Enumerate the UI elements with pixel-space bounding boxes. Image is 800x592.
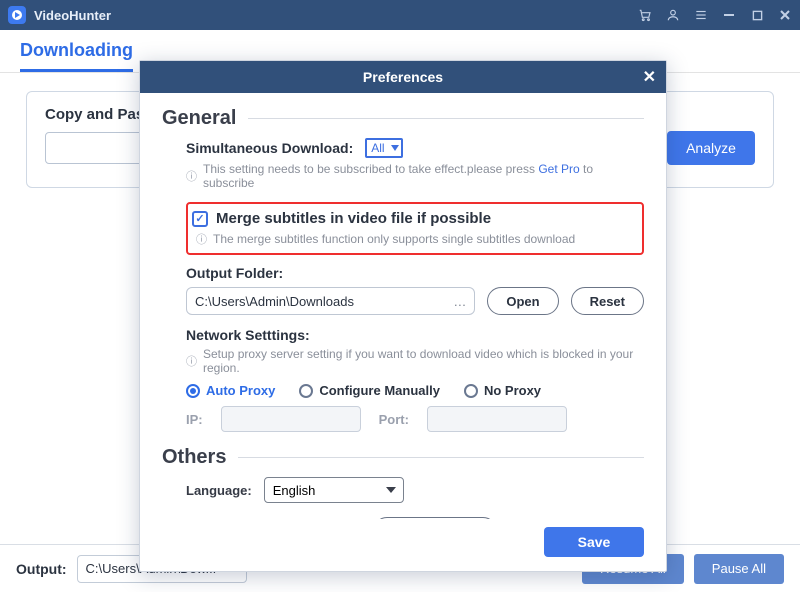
- section-others-title: Others: [162, 446, 226, 469]
- cart-icon[interactable]: [638, 8, 652, 22]
- output-folder-path: C:\Users\Admin\Downloads: [195, 294, 354, 309]
- proxy-manual-label: Configure Manually: [319, 383, 440, 398]
- info-icon: [196, 231, 207, 247]
- radio-icon: [464, 384, 478, 398]
- maximize-icon[interactable]: [750, 8, 764, 22]
- language-label: Language:: [186, 483, 252, 498]
- preferences-modal: Preferences ✕ General Simultaneous Downl…: [139, 60, 667, 572]
- proxy-manual-radio[interactable]: Configure Manually: [299, 383, 440, 398]
- output-folder-group: Output Folder: C:\Users\Admin\Downloads …: [186, 265, 644, 315]
- ip-input[interactable]: [221, 406, 361, 432]
- save-button[interactable]: Save: [544, 527, 644, 557]
- divider: [248, 118, 644, 119]
- close-window-icon[interactable]: [778, 8, 792, 22]
- app-name: VideoHunter: [34, 8, 111, 23]
- simultaneous-download-group: Simultaneous Download: All This setting …: [186, 138, 644, 190]
- proxy-auto-label: Auto Proxy: [206, 383, 275, 398]
- network-settings-helper: Setup proxy server setting if you want t…: [203, 347, 644, 375]
- ip-label: IP:: [186, 412, 203, 427]
- tab-downloading[interactable]: Downloading: [20, 40, 133, 72]
- merge-subtitles-helper: The merge subtitles function only suppor…: [213, 232, 575, 246]
- open-folder-button[interactable]: Open: [487, 287, 558, 315]
- browse-icon[interactable]: …: [453, 294, 466, 309]
- simultaneous-select[interactable]: All: [365, 138, 403, 158]
- pause-all-button[interactable]: Pause All: [694, 554, 784, 584]
- info-icon: [186, 353, 197, 369]
- radio-icon: [299, 384, 313, 398]
- proxy-none-label: No Proxy: [484, 383, 541, 398]
- menu-icon[interactable]: [694, 8, 708, 22]
- section-general-title: General: [162, 107, 236, 130]
- language-select[interactable]: English: [264, 477, 404, 503]
- port-input[interactable]: [427, 406, 567, 432]
- network-settings-group: Network Setttings: Setup proxy server se…: [186, 327, 644, 432]
- close-icon[interactable]: ✕: [643, 67, 656, 87]
- simultaneous-helper-pre: This setting needs to be subscribed to t…: [203, 162, 535, 176]
- divider: [238, 457, 644, 458]
- analyze-button[interactable]: Analyze: [667, 131, 755, 165]
- get-pro-link[interactable]: Get Pro: [538, 162, 579, 176]
- output-folder-input[interactable]: C:\Users\Admin\Downloads …: [186, 287, 475, 315]
- merge-subtitles-label: Merge subtitles in video file if possibl…: [216, 210, 491, 227]
- reset-folder-button[interactable]: Reset: [571, 287, 644, 315]
- simultaneous-label: Simultaneous Download:: [186, 140, 353, 156]
- merge-subtitles-group: ✓ Merge subtitles in video file if possi…: [186, 202, 644, 255]
- modal-header: Preferences ✕: [140, 61, 666, 93]
- radio-icon: [186, 384, 200, 398]
- language-group: Language: English About: VideoHunter 2.2…: [186, 477, 644, 519]
- info-icon: [186, 168, 197, 184]
- port-label: Port:: [379, 412, 409, 427]
- network-settings-label: Network Setttings:: [186, 327, 310, 343]
- merge-subtitles-checkbox[interactable]: ✓: [192, 211, 208, 227]
- output-folder-label: Output Folder:: [186, 265, 283, 281]
- title-bar: VideoHunter: [0, 0, 800, 30]
- proxy-auto-radio[interactable]: Auto Proxy: [186, 383, 275, 398]
- proxy-none-radio[interactable]: No Proxy: [464, 383, 541, 398]
- minimize-icon[interactable]: [722, 8, 736, 22]
- output-label: Output:: [16, 561, 67, 577]
- app-logo-icon: [8, 6, 26, 24]
- account-icon[interactable]: [666, 8, 680, 22]
- modal-title: Preferences: [363, 69, 443, 85]
